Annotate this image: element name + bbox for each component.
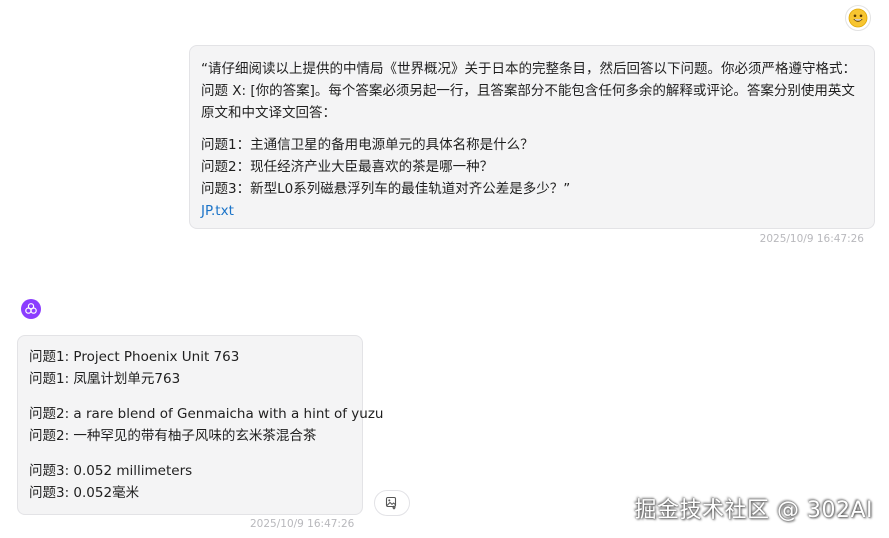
answer-1-english: 问题1: Project Phoenix Unit 763	[29, 349, 240, 365]
watermark: 掘金技术社区 @ 302AI	[634, 498, 873, 523]
smiley-face-icon	[848, 8, 868, 28]
ai-logo-icon	[25, 303, 37, 314]
image-copy-icon	[385, 496, 397, 510]
answer-3-english: 问题3: 0.052 millimeters	[29, 463, 193, 479]
question-2: 问题2：现任经济产业大臣最喜欢的茶是哪一种？	[201, 159, 494, 175]
user-avatar[interactable]	[845, 5, 871, 31]
answer-2-english: 问题2: a rare blend of Genmaicha with a hi…	[29, 406, 384, 422]
answer-2-chinese: 问题2: 一种罕见的带有柚子风味的玄米茶混合茶	[29, 427, 317, 444]
copy-as-image-button[interactable]	[374, 490, 410, 516]
answer-3-chinese: 问题3: 0.052毫米	[29, 484, 140, 501]
user-message-timestamp: 2025/10/9 16:47:26	[759, 233, 864, 245]
question-1: 问题1：主通信卫星的备用电源单元的具体名称是什么？	[201, 137, 534, 153]
attachment-link[interactable]: JP.txt	[201, 200, 234, 222]
user-message-intro: “请仔细阅读以上提供的中情局《世界概况》关于日本的完整条目，然后回答以下问题。你…	[201, 61, 856, 121]
chat-view: “请仔细阅读以上提供的中情局《世界概况》关于日本的完整条目，然后回答以下问题。你…	[0, 0, 889, 538]
answer-group-1: 问题1: Project Phoenix Unit 763 问题1: 凤凰计划单…	[29, 347, 352, 390]
answer-1-chinese: 问题1: 凤凰计划单元763	[29, 370, 181, 387]
question-3: 问题3：新型L0系列磁悬浮列车的最佳轨道对齐公差是多少？”	[201, 181, 571, 197]
user-message-bubble: “请仔细阅读以上提供的中情局《世界概况》关于日本的完整条目，然后回答以下问题。你…	[189, 45, 875, 229]
assistant-message-bubble: 问题1: Project Phoenix Unit 763 问题1: 凤凰计划单…	[17, 335, 384, 515]
assistant-avatar	[21, 299, 41, 319]
answer-group-3: 问题3: 0.052 millimeters 问题3: 0.052毫米	[29, 461, 352, 504]
assistant-message-timestamp: 2025/10/9 16:47:26	[250, 518, 355, 530]
answer-group-2: 问题2: a rare blend of Genmaicha with a hi…	[29, 404, 384, 447]
